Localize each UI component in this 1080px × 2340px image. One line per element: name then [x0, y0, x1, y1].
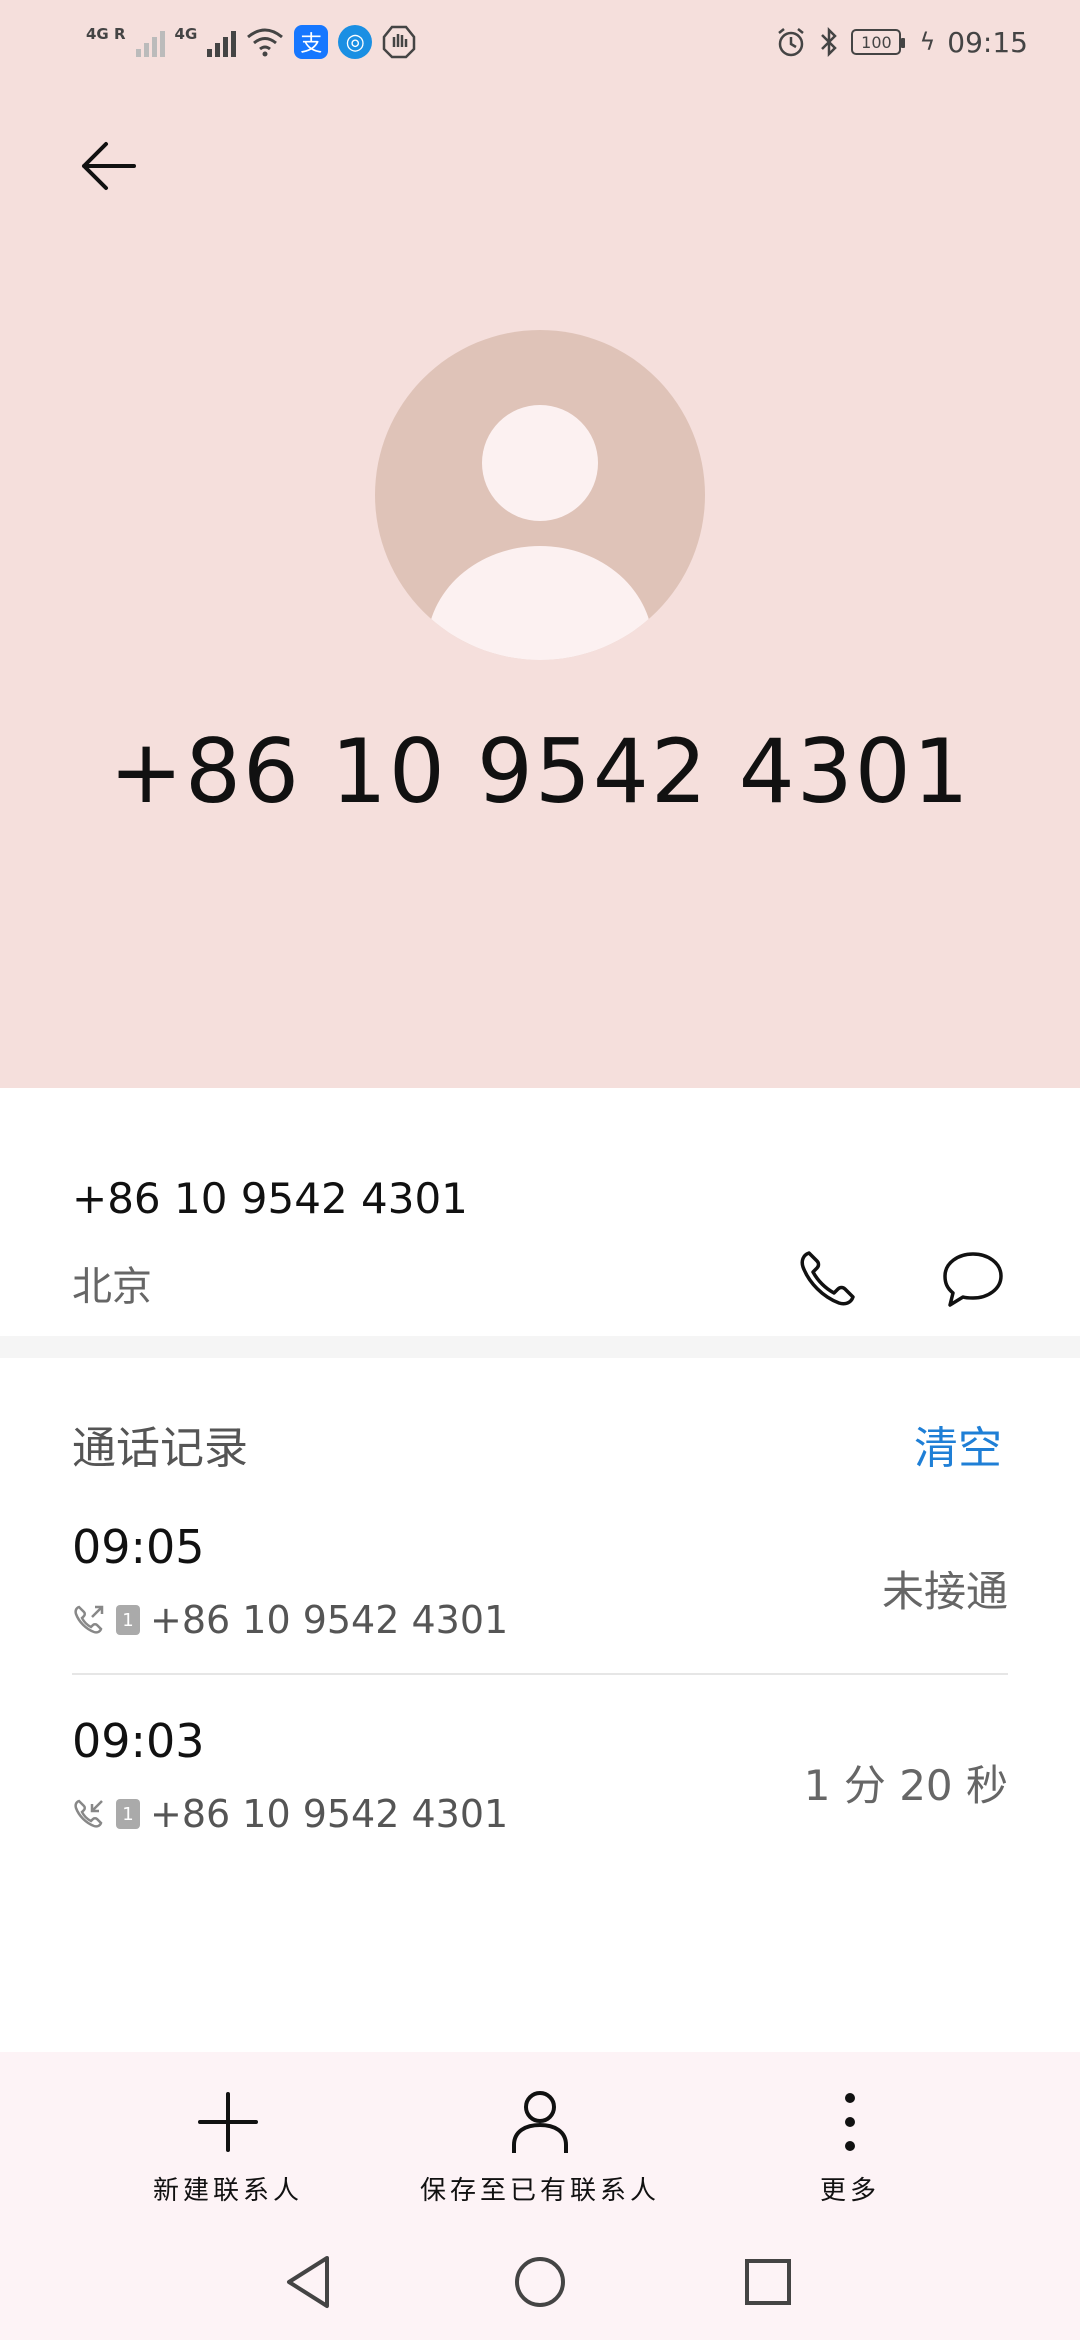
call-status: 1 分 20 秒 [803, 1761, 1008, 1810]
new-contact-label: 新建联系人 [152, 2176, 303, 2206]
nav-home-button[interactable] [510, 2252, 570, 2312]
contact-number-title: +86 10 9542 4301 [109, 720, 971, 823]
call-log-title: 通话记录 [72, 1423, 248, 1474]
battery-icon: 100 [851, 29, 906, 55]
sim-badge: 1 [116, 1605, 140, 1635]
signal-icon [135, 27, 165, 57]
alipay-icon: 支 [294, 25, 329, 59]
clock: 09:15 [947, 25, 1028, 59]
number-text[interactable]: +86 10 9542 4301 [72, 1174, 468, 1223]
call-number: +86 10 9542 4301 [150, 1598, 509, 1642]
clear-call-log-button[interactable]: 清空 [914, 1412, 1002, 1476]
contact-avatar [375, 330, 705, 660]
contact-header: 4G R 4G 支 ◎ 100 ϟ 09:15 +86 10 9542 4301 [0, 0, 1080, 1088]
nav-back-button[interactable] [278, 2252, 338, 2312]
battery-level: 100 [861, 32, 892, 52]
outgoing-call-icon [74, 1605, 104, 1634]
call-time: 09:03 [72, 1714, 205, 1768]
message-button[interactable] [928, 1234, 1018, 1324]
back-arrow-icon [82, 142, 136, 190]
wifi-icon [247, 28, 284, 57]
more-vertical-icon [845, 2093, 855, 2151]
charging-icon: ϟ [919, 28, 936, 56]
call-button[interactable] [782, 1234, 872, 1324]
triangle-back-icon [287, 2256, 329, 2308]
call-number: +86 10 9542 4301 [150, 1792, 509, 1836]
back-button[interactable] [68, 126, 148, 206]
save-to-existing-button[interactable]: 保存至已有联系人 [400, 2082, 680, 2207]
hand-icon [383, 25, 416, 59]
phone-icon [800, 1251, 855, 1306]
more-button[interactable]: 更多 [780, 2082, 920, 2207]
save-to-existing-label: 保存至已有联系人 [419, 2176, 660, 2206]
section-divider [0, 1336, 1080, 1358]
circle-home-icon [515, 2257, 565, 2307]
square-recents-icon [745, 2259, 791, 2305]
location-text: 北京 [72, 1264, 152, 1310]
call-log-item[interactable]: 09:03 1 +86 10 9542 4301 1 分 20 秒 [72, 1706, 1008, 1896]
number-info-row: +86 10 9542 4301 北京 [0, 1088, 1080, 1336]
network-type-2: 4G [174, 25, 198, 43]
new-contact-button[interactable]: 新建联系人 [128, 2082, 328, 2207]
call-time: 09:05 [72, 1520, 205, 1574]
message-icon [943, 1252, 1003, 1307]
signal-icon-2 [207, 27, 237, 57]
list-divider [72, 1673, 1008, 1675]
more-label: 更多 [819, 2176, 880, 2206]
call-status: 未接通 [881, 1567, 1008, 1616]
status-bar: 4G R 4G 支 ◎ 100 ϟ 09:15 [0, 0, 1080, 80]
browser-icon: ◎ [338, 25, 373, 59]
sim-badge: 1 [116, 1799, 140, 1829]
incoming-call-icon [74, 1799, 103, 1828]
network-type-1: 4G R [86, 25, 126, 43]
nav-recents-button[interactable] [738, 2252, 798, 2312]
bottom-action-bar: 新建联系人 保存至已有联系人 更多 [0, 2052, 1080, 2340]
plus-icon [198, 2092, 258, 2152]
bluetooth-icon [821, 26, 838, 58]
person-icon [512, 2091, 568, 2153]
alarm-icon [778, 28, 805, 57]
